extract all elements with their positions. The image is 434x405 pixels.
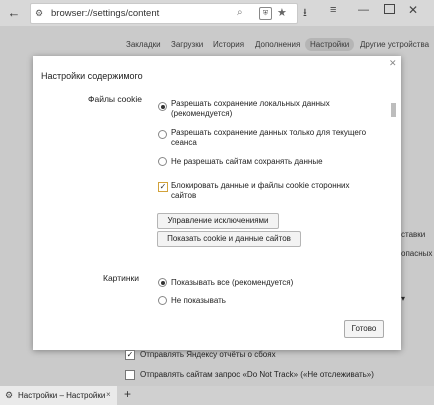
setting-do-not-track: Отправлять сайтам запрос «Do Not Track» … bbox=[140, 370, 374, 379]
back-icon[interactable]: ← bbox=[5, 4, 23, 22]
new-tab-plus-icon[interactable]: + bbox=[124, 387, 131, 401]
setting-crash-reports: Отправлять Яндексу отчёты о сбоях bbox=[140, 350, 276, 359]
option-show-images: Показывать все (рекомендуется) bbox=[171, 278, 294, 287]
manage-exceptions-button[interactable]: Управление исключениями bbox=[157, 213, 279, 229]
option-block-third-party: Блокировать данные и файлы cookie сторон… bbox=[171, 181, 350, 200]
dialog-close-icon[interactable]: ✕ bbox=[389, 58, 397, 69]
content-settings-dialog: ✕ Настройки содержимого Файлы cookie Раз… bbox=[33, 56, 401, 350]
option-hide-images: Не показывать bbox=[171, 296, 226, 305]
maximize-icon[interactable] bbox=[384, 4, 395, 14]
radio-allow-local[interactable] bbox=[158, 102, 167, 111]
search-icon[interactable]: ⌕ bbox=[237, 7, 243, 18]
option-allow-local: Разрешать сохранение локальных данных (р… bbox=[171, 99, 330, 118]
extension-icon[interactable]: ⛨ bbox=[259, 7, 272, 20]
option-block-all: Не разрешать сайтам сохранять данные bbox=[171, 157, 323, 166]
dialog-scrollbar-thumb[interactable] bbox=[391, 103, 396, 117]
close-window-icon[interactable]: ✕ bbox=[408, 3, 418, 17]
checkbox-crash-reports[interactable]: ✓ bbox=[125, 350, 135, 360]
radio-session-only[interactable] bbox=[158, 130, 167, 139]
done-button[interactable]: Готово bbox=[344, 320, 384, 338]
minimize-icon[interactable]: — bbox=[358, 4, 369, 16]
url-text[interactable]: browser://settings/content bbox=[51, 8, 159, 19]
tab-title: Настройки – Настройки bbox=[18, 391, 106, 400]
address-bar[interactable]: ⚙ browser://settings/content ⌕ ⛨ ★ bbox=[30, 3, 298, 24]
dialog-scrollbar[interactable] bbox=[391, 100, 397, 300]
show-cookies-button[interactable]: Показать cookie и данные сайтов bbox=[157, 231, 301, 247]
tab-close-icon[interactable]: × bbox=[106, 390, 111, 399]
checkbox-do-not-track[interactable] bbox=[125, 370, 135, 380]
radio-block-all[interactable] bbox=[158, 157, 167, 166]
radio-show-images[interactable] bbox=[158, 278, 167, 287]
images-section-label: Картинки bbox=[103, 273, 140, 283]
option-session-only: Разрешать сохранение данных только для т… bbox=[171, 128, 367, 147]
star-icon[interactable]: ★ bbox=[277, 6, 287, 19]
tab-settings[interactable]: ⚙ Настройки – Настройки × bbox=[0, 386, 117, 405]
menu-icon[interactable]: ≡ bbox=[330, 4, 336, 16]
radio-hide-images[interactable] bbox=[158, 296, 167, 305]
dialog-title: Настройки содержимого bbox=[41, 71, 143, 81]
gear-icon: ⚙ bbox=[5, 390, 14, 400]
cookies-section-label: Файлы cookie bbox=[88, 94, 142, 104]
download-icon[interactable]: ⭳ bbox=[303, 4, 307, 23]
page-info-icon[interactable]: ⚙ bbox=[35, 8, 45, 18]
browser-toolbar: ← ⚙ browser://settings/content ⌕ ⛨ ★ ⭳ ≡… bbox=[0, 0, 434, 26]
checkbox-block-third-party[interactable]: ✓ bbox=[158, 182, 168, 192]
